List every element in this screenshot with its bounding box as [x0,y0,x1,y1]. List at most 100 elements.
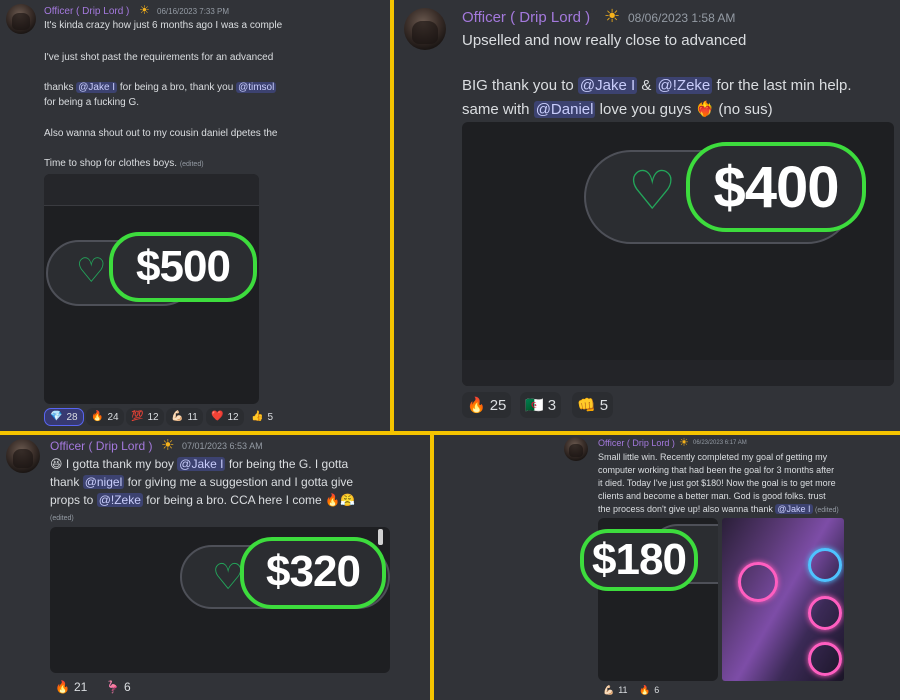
image-attachment[interactable]: ♡ $500 [44,174,259,404]
image-attachment[interactable]: ♡ $320 [50,527,390,673]
mention-jake[interactable]: @Jake I [775,504,813,514]
laughing-icon: 😆 [50,457,63,471]
reaction-fire[interactable]: 🔥 25 [462,392,512,418]
message-text: I gotta thank my boy [65,457,174,471]
message-line: It's kinda crazy how just 6 months ago I… [44,20,283,31]
message-text: for being a bro, thank you [119,82,234,93]
reaction-count: 11 [187,411,198,423]
mention-jake[interactable]: @Jake I [177,457,226,471]
fire-icon: 🔥 [639,684,651,695]
timestamp: 08/06/2023 1:58 AM [628,11,736,25]
message-text: for being a bro. CCA here I come [146,493,322,507]
message-line: clients and become a better man. God is … [598,491,826,501]
message-panel-top-left: Officer ( Drip Lord ) ☀ 06/16/2023 7:33 … [0,0,390,432]
reaction-count: 28 [66,411,78,423]
mention-jake[interactable]: @Jake I [577,77,638,94]
sun-icon: ☀ [604,6,621,26]
message-text: & [641,77,652,94]
message-line: I've just shot past the requirements for… [44,52,274,63]
reaction-heart[interactable]: ❤️ 12 [206,408,244,426]
reaction-count: 12 [227,411,239,423]
fire-icon: 🔥 [55,680,70,694]
avatar[interactable] [6,4,36,34]
heart-icon: ♡ [628,161,677,221]
timestamp: 07/01/2023 6:53 AM [182,441,263,451]
sun-icon: ☀ [139,3,150,17]
avatar[interactable] [564,437,588,461]
message-line: BIG thank you to @Jake I & @!Zeke for th… [462,77,852,94]
username[interactable]: Officer ( Drip Lord ) [598,438,675,448]
message-text: for the last min help. [716,77,852,94]
message-text: for being the G. I gotta [228,457,349,471]
pc-build-photo[interactable] [722,518,844,681]
reaction-hundred[interactable]: 💯 12 [126,408,164,426]
scrollbar-thumb[interactable] [378,529,383,545]
flexed-bicep-icon: 💪🏻 [603,684,615,695]
mention-zeke[interactable]: @!Zeke [96,493,143,507]
message-panel-bottom-right: Officer ( Drip Lord ) ☀ 06/23/2023 6:17 … [434,435,900,700]
avatar[interactable] [6,439,40,473]
mention-daniel[interactable]: @Daniel [533,101,596,118]
mention-jake[interactable]: @Jake I [76,82,118,93]
thumbs-up-icon: 👍 [251,411,264,422]
reaction-flamingo[interactable]: 🦩 6 [100,677,136,697]
reaction-flex[interactable]: 💪🏻 11 [166,408,203,426]
message-text: same with [462,101,530,118]
edited-label: (edited) [179,161,204,168]
message-line: the process don't give up! also wanna th… [598,504,839,514]
reaction-count: 11 [618,685,628,695]
message-line: it died. Today I've just got $180! Now t… [598,478,836,488]
message-text: for giving me a suggestion and I gotta g… [127,475,354,489]
message-text: thanks [44,82,74,93]
message-line: Time to shop for clothes boys. (edited) [44,158,204,169]
avatar[interactable] [404,8,446,50]
image-attachment[interactable]: ♡ $400 [462,122,894,386]
fire-icon: 🔥 [91,411,104,422]
message-line: thank @nigel for giving me a suggestion … [50,475,353,489]
sun-icon: ☀ [679,437,689,449]
collage-divider [390,0,394,433]
reaction-count: 12 [147,411,159,423]
reaction-flex[interactable]: 💪🏻 11 [598,683,633,697]
username[interactable]: Officer ( Drip Lord ) [44,6,129,17]
reaction-fire[interactable]: 🔥 24 [86,408,124,426]
rgb-fan [738,562,778,602]
reaction-flag[interactable]: 🇩🇿 3 [520,392,562,418]
rgb-fan [808,548,842,582]
message-line: 😆 I gotta thank my boy @Jake I for being… [50,457,348,471]
message-text: props to [50,493,94,507]
gem-icon: 💎 [50,411,63,422]
mention-nigel[interactable]: @nigel [82,475,125,489]
timestamp: 06/16/2023 7:33 PM [157,7,230,16]
reaction-count: 3 [547,396,557,414]
reaction-gem[interactable]: 💎 28 [44,408,84,426]
username[interactable]: Officer ( Drip Lord ) [462,9,590,26]
red-heart-icon: ❤️ [211,411,224,422]
fire-icon: 🔥 [467,396,486,414]
edited-label: (edited) [815,507,839,514]
message-text: BIG thank you to [462,77,574,94]
rgb-fan [808,596,842,630]
mention-zeke[interactable]: @!Zeke [655,77,713,94]
message-line: Small little win. Recently completed my … [598,452,828,462]
fire-steam-icon: 🔥😤 [325,493,355,507]
reaction-count: 5 [599,396,609,414]
heart-on-fire-icon: ❤️‍🔥 [695,101,715,118]
message-text: thank [50,475,80,489]
heart-icon: ♡ [76,252,107,290]
mention-timsol[interactable]: @timsol [236,82,277,93]
edited-label: (edited) [50,515,74,522]
reaction-fist[interactable]: 👊 5 [572,392,614,418]
username[interactable]: Officer ( Drip Lord ) [50,439,152,453]
rgb-fan [808,642,842,676]
reaction-fire[interactable]: 🔥 21 [50,677,92,697]
reaction-thumbsup[interactable]: 👍 5 [246,408,278,426]
algeria-flag-icon: 🇩🇿 [525,396,544,414]
flamingo-icon: 🦩 [105,680,120,694]
message-panel-top-right: Officer ( Drip Lord ) ☀ 08/06/2023 1:58 … [394,0,900,432]
donation-amount: $320 [266,547,361,596]
donation-amount: $180 [592,535,687,584]
message-text: Time to shop for clothes boys. [44,158,178,169]
message-panel-bottom-left: Officer ( Drip Lord ) ☀ 07/01/2023 6:53 … [0,435,430,700]
reaction-fire[interactable]: 🔥 6 [634,683,664,697]
